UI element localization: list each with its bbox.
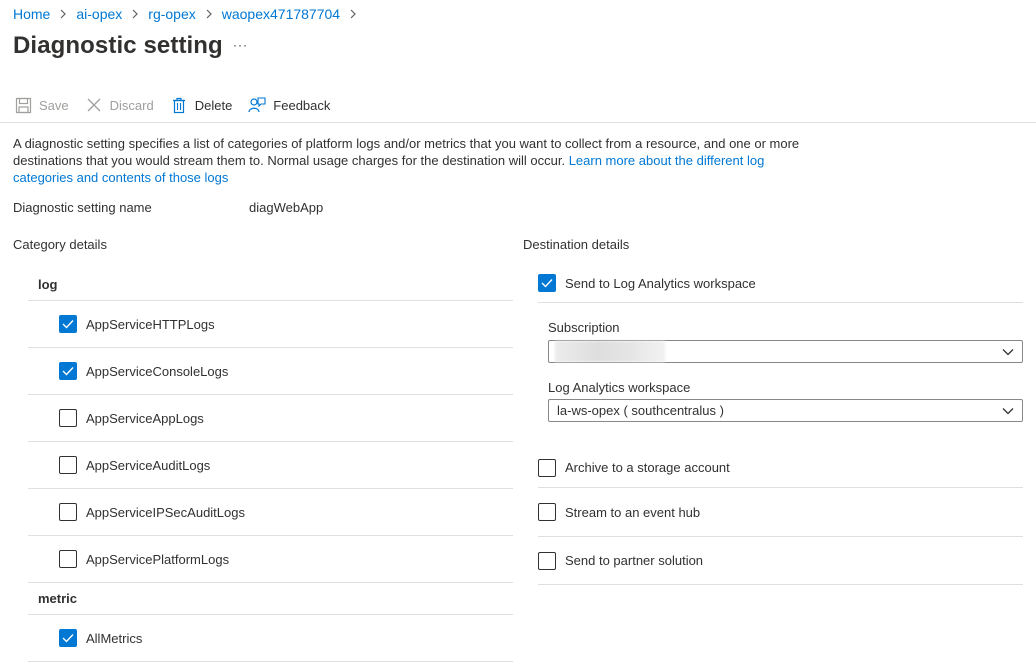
workspace-value: la-ws-opex ( southcentralus ) [557, 403, 724, 418]
category-item-appserviceauditlogs[interactable]: AppServiceAuditLogs [28, 442, 513, 489]
destination-partner-solution[interactable]: Send to partner solution [538, 537, 1023, 585]
checkbox-checked[interactable] [59, 315, 77, 333]
breadcrumb-ai-opex[interactable]: ai-opex [76, 6, 122, 22]
discard-label: Discard [109, 97, 154, 113]
category-item-appserviceipsecauditlogs[interactable]: AppServiceIPSecAuditLogs [28, 489, 513, 536]
breadcrumb: Home ai-opex rg-opex waopex471787704 [13, 5, 366, 23]
category-item-appserviceapplogs[interactable]: AppServiceAppLogs [28, 395, 513, 442]
checkbox-unchecked[interactable] [59, 456, 77, 474]
feedback-label: Feedback [273, 97, 331, 113]
category-group-metric: metric [28, 583, 513, 615]
chevron-right-icon [131, 9, 139, 19]
workspace-dropdown[interactable]: la-ws-opex ( southcentralus ) [548, 399, 1023, 422]
category-group-label: log [38, 277, 58, 292]
redacted-subscription-value [555, 341, 665, 362]
destination-details-heading: Destination details [523, 237, 630, 252]
chevron-right-icon [205, 9, 213, 19]
chevron-down-icon [1002, 408, 1014, 415]
destination-storage-account[interactable]: Archive to a storage account [538, 448, 1023, 488]
category-item-appserviceconsolelogs[interactable]: AppServiceConsoleLogs [28, 348, 513, 395]
checkbox-unchecked[interactable] [538, 503, 556, 521]
trash-icon [169, 95, 189, 115]
category-item-appservicehttplogs[interactable]: AppServiceHTTPLogs [28, 301, 513, 348]
chevron-right-icon [349, 9, 357, 19]
toolbar-divider [0, 122, 1036, 123]
category-item-label: AppServiceAppLogs [86, 410, 204, 426]
checkbox-unchecked[interactable] [59, 503, 77, 521]
subscription-dropdown[interactable] [548, 340, 1023, 363]
delete-button[interactable]: Delete [169, 95, 233, 115]
subscription-label: Subscription [548, 320, 620, 335]
save-button[interactable]: Save [13, 95, 69, 115]
discard-button[interactable]: Discard [84, 95, 154, 115]
destination-label: Send to partner solution [565, 553, 704, 568]
workspace-label: Log Analytics workspace [548, 380, 691, 395]
category-item-label: AppServiceIPSecAuditLogs [86, 504, 245, 520]
save-icon [13, 95, 33, 115]
category-group-label: metric [38, 591, 78, 606]
breadcrumb-rg-opex[interactable]: rg-opex [148, 6, 195, 22]
destination-label: Archive to a storage account [565, 460, 730, 475]
checkbox-unchecked[interactable] [538, 551, 556, 570]
destination-label: Send to Log Analytics workspace [565, 275, 756, 291]
command-bar: Save Discard Delete Feedback [13, 92, 345, 118]
category-item-allmetrics[interactable]: AllMetrics [28, 615, 513, 662]
close-icon [84, 95, 104, 115]
checkbox-checked[interactable] [59, 629, 77, 647]
category-item-appserviceplatformlogs[interactable]: AppServicePlatformLogs [28, 536, 513, 583]
checkbox-checked[interactable] [538, 274, 556, 292]
checkbox-unchecked[interactable] [538, 458, 556, 477]
category-item-label: AppServiceHTTPLogs [86, 316, 215, 332]
save-label: Save [39, 97, 69, 113]
destination-log-analytics[interactable]: Send to Log Analytics workspace [538, 264, 1023, 303]
category-item-label: AppServicePlatformLogs [86, 551, 230, 567]
category-details-heading: Category details [13, 237, 107, 252]
category-item-label: AppServiceConsoleLogs [86, 363, 229, 379]
category-item-label: AppServiceAuditLogs [86, 457, 211, 473]
checkmark-icon [541, 279, 553, 288]
checkbox-checked[interactable] [59, 362, 77, 380]
breadcrumb-waopex[interactable]: waopex471787704 [222, 6, 340, 22]
setting-name-value: diagWebApp [249, 200, 324, 215]
feedback-icon [247, 95, 267, 115]
breadcrumb-home[interactable]: Home [13, 6, 50, 22]
destination-label: Stream to an event hub [565, 504, 701, 520]
category-item-label: AllMetrics [86, 630, 143, 646]
chevron-down-icon [1002, 349, 1014, 356]
checkmark-icon [62, 634, 74, 643]
checkmark-icon [62, 367, 74, 376]
destination-event-hub[interactable]: Stream to an event hub [538, 488, 1023, 537]
chevron-right-icon [59, 9, 67, 19]
page-title: Diagnostic setting [13, 32, 223, 59]
setting-name-label: Diagnostic setting name [13, 200, 152, 215]
category-group-log: log [28, 269, 513, 301]
description: A diagnostic setting specifies a list of… [13, 135, 813, 186]
feedback-button[interactable]: Feedback [247, 95, 330, 115]
checkbox-unchecked[interactable] [59, 550, 77, 568]
checkmark-icon [62, 320, 74, 329]
more-options-button[interactable]: ··· [233, 38, 251, 52]
delete-label: Delete [194, 97, 233, 113]
checkbox-unchecked[interactable] [59, 409, 77, 427]
